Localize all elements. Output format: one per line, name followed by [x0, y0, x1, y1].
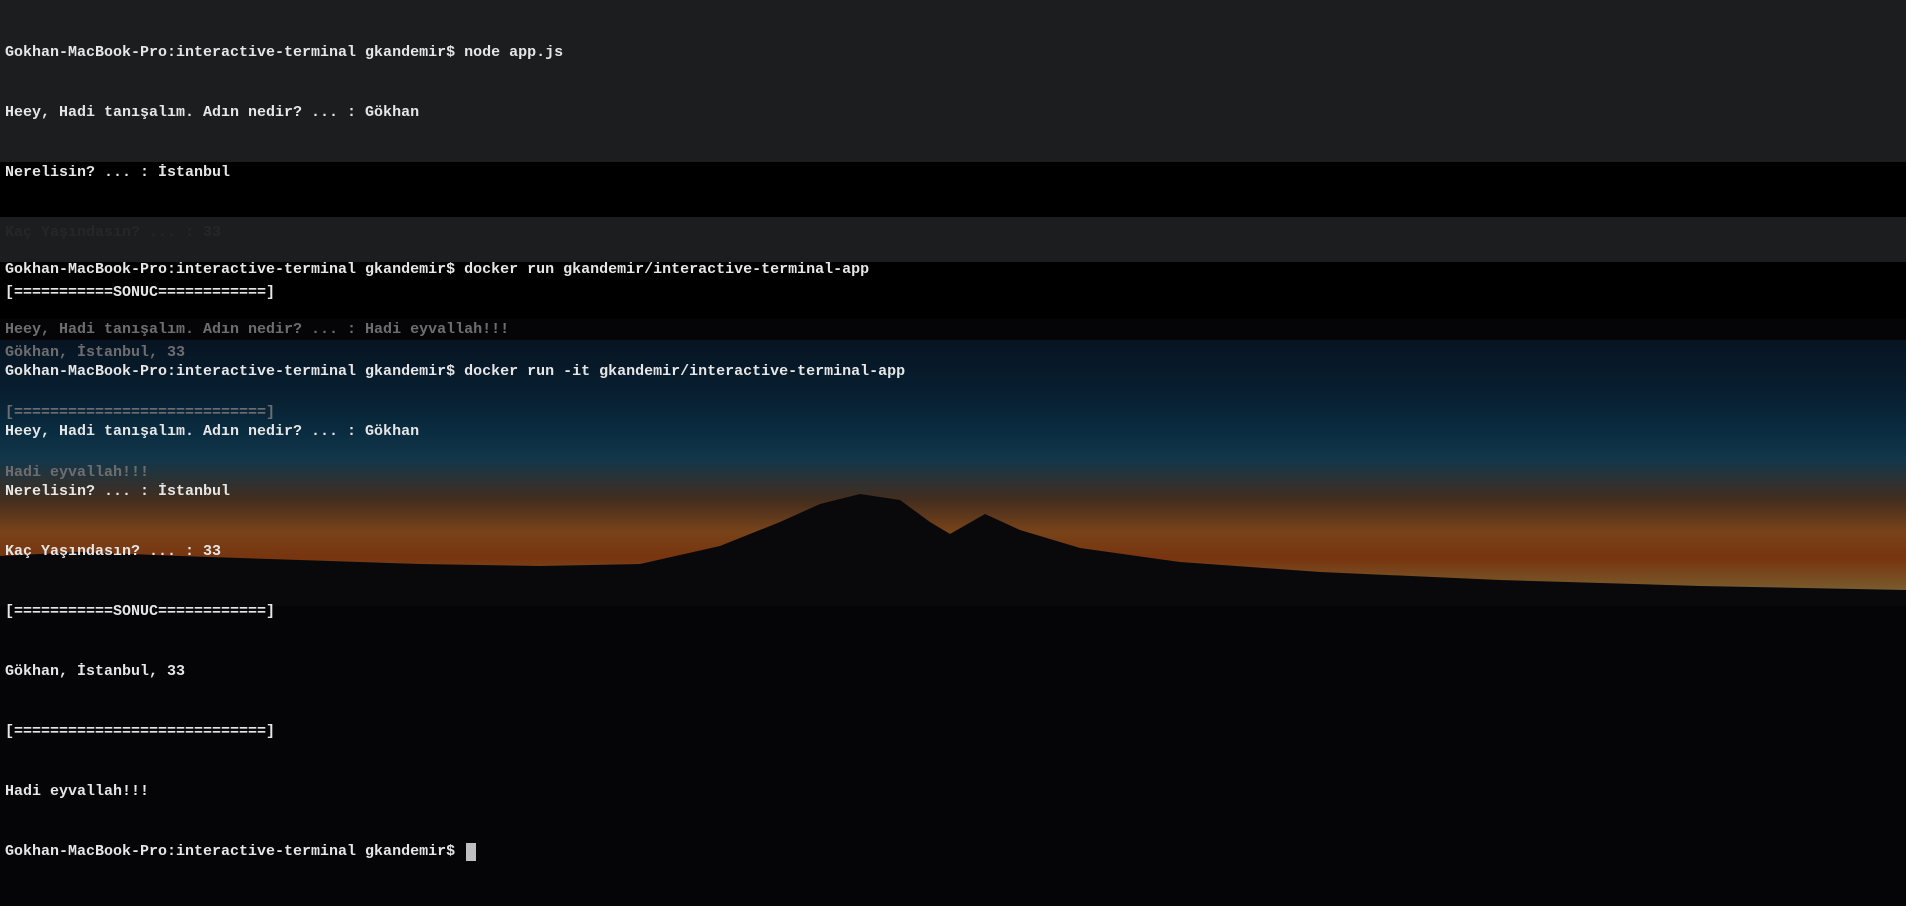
shell-command: node app.js — [464, 43, 563, 63]
prompt-line-3: Gokhan-MacBook-Pro:interactive-terminal … — [5, 362, 1901, 382]
prompt-line-ready[interactable]: Gokhan-MacBook-Pro:interactive-terminal … — [5, 842, 1901, 862]
shell-prompt: Gokhan-MacBook-Pro:interactive-terminal … — [5, 842, 464, 862]
terminal-pane-3[interactable]: Gokhan-MacBook-Pro:interactive-terminal … — [0, 319, 1906, 906]
pane-gap — [0, 262, 1906, 319]
terminal-pane-2[interactable]: Gokhan-MacBook-Pro:interactive-terminal … — [0, 217, 1906, 262]
shell-prompt: Gokhan-MacBook-Pro:interactive-terminal … — [5, 362, 464, 382]
terminal-output-line: [============================] — [5, 722, 1901, 742]
terminal-output-line: Hadi eyvallah!!! — [5, 782, 1901, 802]
shell-command: docker run -it gkandemir/interactive-ter… — [464, 362, 905, 382]
terminal-output-line: Heey, Hadi tanışalım. Adın nedir? ... : … — [5, 422, 1901, 442]
terminal-output-line: [===========SONUC============] — [5, 602, 1901, 622]
terminal-output-line: Kaç Yaşındasın? ... : 33 — [5, 542, 1901, 562]
prompt-line-1: Gokhan-MacBook-Pro:interactive-terminal … — [5, 43, 1901, 63]
terminal-output-line: Gökhan, İstanbul, 33 — [5, 662, 1901, 682]
pane-gap — [0, 162, 1906, 217]
terminal-viewport[interactable]: Gokhan-MacBook-Pro:interactive-terminal … — [0, 0, 1906, 606]
terminal-output-line: Nerelisin? ... : İstanbul — [5, 482, 1901, 502]
terminal-output-line: Heey, Hadi tanışalım. Adın nedir? ... : … — [5, 103, 1901, 123]
cursor-block-icon — [466, 843, 476, 861]
shell-prompt: Gokhan-MacBook-Pro:interactive-terminal … — [5, 43, 464, 63]
terminal-pane-1[interactable]: Gokhan-MacBook-Pro:interactive-terminal … — [0, 0, 1906, 162]
